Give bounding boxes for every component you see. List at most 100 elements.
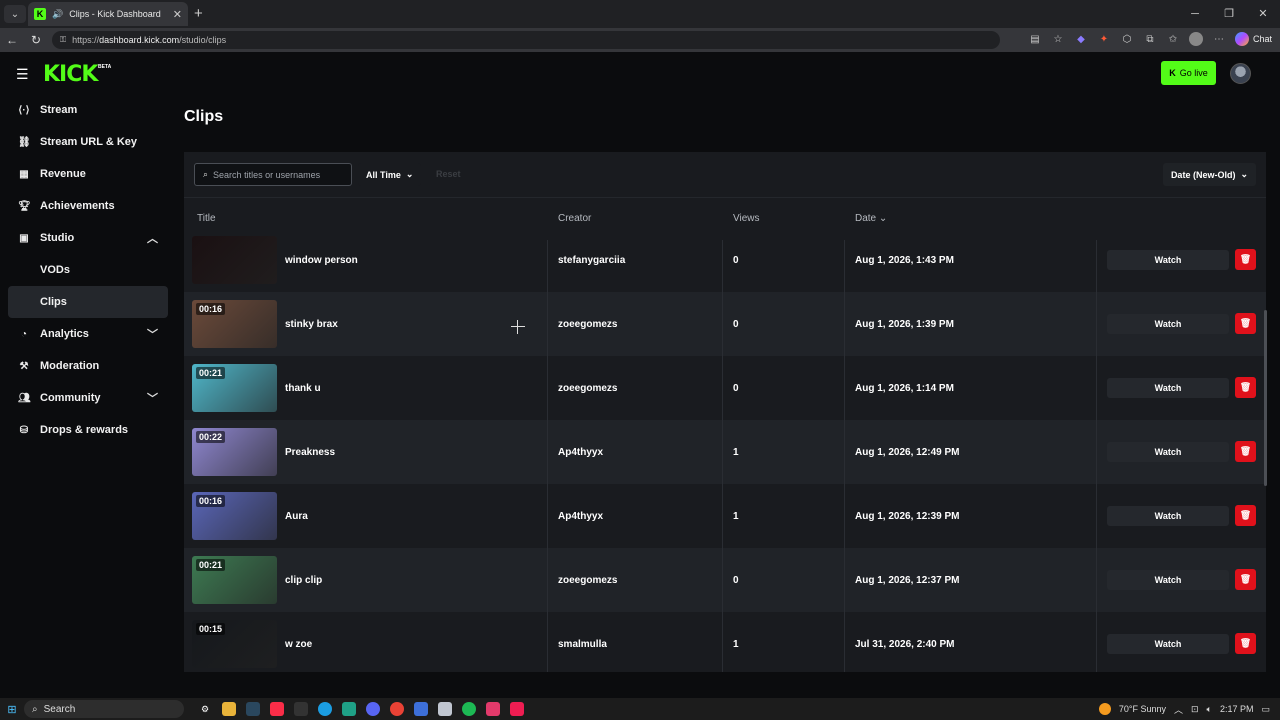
extensions-puzzle-icon[interactable]: ⬡ [1120,32,1134,46]
clip-thumbnail[interactable]: 00:22 [192,428,277,476]
table-row[interactable]: window person stefanygarciia 0 Aug 1, 2026,… [184,228,1266,292]
browser-tab[interactable]: K 🔊 Clips - Kick Dashboard ✕ [28,2,188,26]
app-icon[interactable] [486,702,500,716]
sort-dropdown[interactable]: Date (New-Old) ⌄ [1162,163,1256,186]
reset-button[interactable]: Reset [436,169,461,179]
watch-button[interactable]: Watch [1107,570,1229,590]
url-input[interactable]: ⚿ https://dashboard.kick.com/studio/clip… [52,31,1000,49]
app-icon[interactable] [414,702,428,716]
sidebar-item-stream-url-key[interactable]: ⛓ Stream URL & Key [8,126,168,158]
delete-trash-icon[interactable]: 🗑︎ [1235,505,1256,526]
sidebar-item-achievements[interactable]: 🏆︎ Achievements [8,190,168,222]
table-row[interactable]: 00:16 stinky brax zoeegomezs 0 Aug 1, 2026, … [184,292,1266,356]
watch-button[interactable]: Watch [1107,314,1229,334]
search-input[interactable] [213,169,334,180]
minimize-icon[interactable]: ─ [1178,0,1212,28]
tiktok-icon[interactable] [510,702,524,716]
chrome-icon[interactable] [390,702,404,716]
time-filter-dropdown[interactable]: All Time ⌄ [358,163,422,186]
reload-icon[interactable]: ↻ [24,33,48,47]
table-row[interactable]: 00:21 clip clip zoeegomezs 0 Aug 1, 2026, 12… [184,548,1266,612]
scrollbar-thumb[interactable] [1264,310,1267,486]
settings-gear-icon[interactable]: ⚙ [198,702,212,716]
favorite-star-icon[interactable]: ☆ [1051,32,1065,46]
clip-thumbnail[interactable] [192,236,277,284]
sidebar-item-stream[interactable]: ⟨·⟩ Stream [8,94,168,126]
sidebar-item-moderation[interactable]: ⚒ Moderation [8,350,168,382]
notification-icon[interactable]: ▭ [1261,704,1270,715]
music-app-icon[interactable] [270,702,284,716]
table-row[interactable]: 00:21 thank u zoeegomezs 0 Aug 1, 2026, 1:14… [184,356,1266,420]
favorites-icon[interactable]: ✩ [1166,32,1180,46]
user-avatar[interactable] [1230,63,1251,84]
discord-icon[interactable] [366,702,380,716]
column-header-views[interactable]: Views [733,213,760,224]
chevron-down-icon[interactable]: ﹀ [147,390,158,406]
chevron-up-icon[interactable]: ︿ [147,230,158,246]
watch-button[interactable]: Watch [1107,442,1229,462]
windows-start-icon[interactable]: ⊞ [0,703,24,716]
chat-button[interactable]: Chat [1234,32,1272,46]
file-explorer-icon[interactable] [222,702,236,716]
split-screen-icon[interactable]: ⧉ [1143,32,1157,46]
speaker-icon[interactable]: 🔊 [52,9,63,20]
clock[interactable]: 2:17 PM [1220,704,1254,714]
sidebar-item-drops-rewards[interactable]: ⛁ Drops & rewards [8,414,168,446]
sidebar-item-community[interactable]: 👥︎ Community ﹀ [8,382,168,414]
kick-logo[interactable]: KICK [43,62,98,87]
more-options-icon[interactable]: ⋯ [1212,32,1226,46]
table-row[interactable]: 00:15 w zoe smalmulla 1 Jul 31, 2026, 2:40 P… [184,612,1266,672]
go-live-button[interactable]: K Go live [1161,61,1216,85]
search-box[interactable]: ⌕ [194,163,352,186]
clip-thumbnail[interactable]: 00:16 [192,492,277,540]
spotify-icon[interactable] [462,702,476,716]
delete-trash-icon[interactable]: 🗑︎ [1235,313,1256,334]
column-header-title[interactable]: Title [197,213,216,224]
tab-list-chevron-icon[interactable]: ⌄ [4,5,26,23]
app-icon[interactable] [342,702,356,716]
delete-trash-icon[interactable]: 🗑︎ [1235,249,1256,270]
delete-trash-icon[interactable]: 🗑︎ [1235,441,1256,462]
clip-thumbnail[interactable]: 00:21 [192,364,277,412]
app-icon[interactable] [438,702,452,716]
tray-chevron-icon[interactable]: ︿ [1174,703,1183,716]
hamburger-menu-icon[interactable]: ☰ [16,66,29,83]
delete-trash-icon[interactable]: 🗑︎ [1235,633,1256,654]
sidebar-item-revenue[interactable]: ▦ Revenue [8,158,168,190]
profile-icon[interactable] [1188,32,1203,46]
network-icon[interactable]: ⊡ [1191,704,1199,715]
taskbar-search[interactable]: ⌕ Search [24,700,184,718]
watch-button[interactable]: Watch [1107,250,1229,270]
delete-trash-icon[interactable]: 🗑︎ [1235,377,1256,398]
extension-icon[interactable]: ◆ [1074,32,1088,46]
table-row[interactable]: 00:16 Aura Ap4thyyx 1 Aug 1, 2026, 12:39 PM W… [184,484,1266,548]
chevron-down-icon[interactable]: ﹀ [147,326,158,342]
weather-text[interactable]: 70°F Sunny [1119,704,1166,714]
sidebar-item-studio[interactable]: ▣ Studio ︿ [8,222,168,254]
watch-button[interactable]: Watch [1107,378,1229,398]
column-header-creator[interactable]: Creator [558,213,591,224]
back-icon[interactable]: ← [0,33,24,47]
edge-browser-icon[interactable] [318,702,332,716]
task-manager-icon[interactable] [294,702,308,716]
clip-thumbnail[interactable]: 00:21 [192,556,277,604]
watch-button[interactable]: Watch [1107,634,1229,654]
sidebar-item-analytics[interactable]: ◔ Analytics ﹀ [8,318,168,350]
site-info-icon[interactable]: ⚿ [60,35,66,45]
sidebar-item-vods[interactable]: VODs [8,254,168,286]
extension-icon[interactable]: ✦ [1097,32,1111,46]
column-header-date[interactable]: Date ⌄ [855,213,887,224]
maximize-icon[interactable]: ❐ [1212,0,1246,28]
delete-trash-icon[interactable]: 🗑︎ [1235,569,1256,590]
steam-icon[interactable] [246,702,260,716]
sidebar-item-clips[interactable]: Clips [8,286,168,318]
watch-button[interactable]: Watch [1107,506,1229,526]
new-tab-icon[interactable]: + [194,5,203,22]
table-row[interactable]: 00:22 Preakness Ap4thyyx 1 Aug 1, 2026, 12:4… [184,420,1266,484]
volume-icon[interactable]: 🔈︎ [1207,704,1212,715]
clip-thumbnail[interactable]: 00:15 [192,620,277,668]
clip-thumbnail[interactable]: 00:16 [192,300,277,348]
close-window-icon[interactable]: ✕ [1246,0,1280,28]
reader-view-icon[interactable]: ▤ [1028,32,1042,46]
tab-close-icon[interactable]: ✕ [173,8,182,21]
